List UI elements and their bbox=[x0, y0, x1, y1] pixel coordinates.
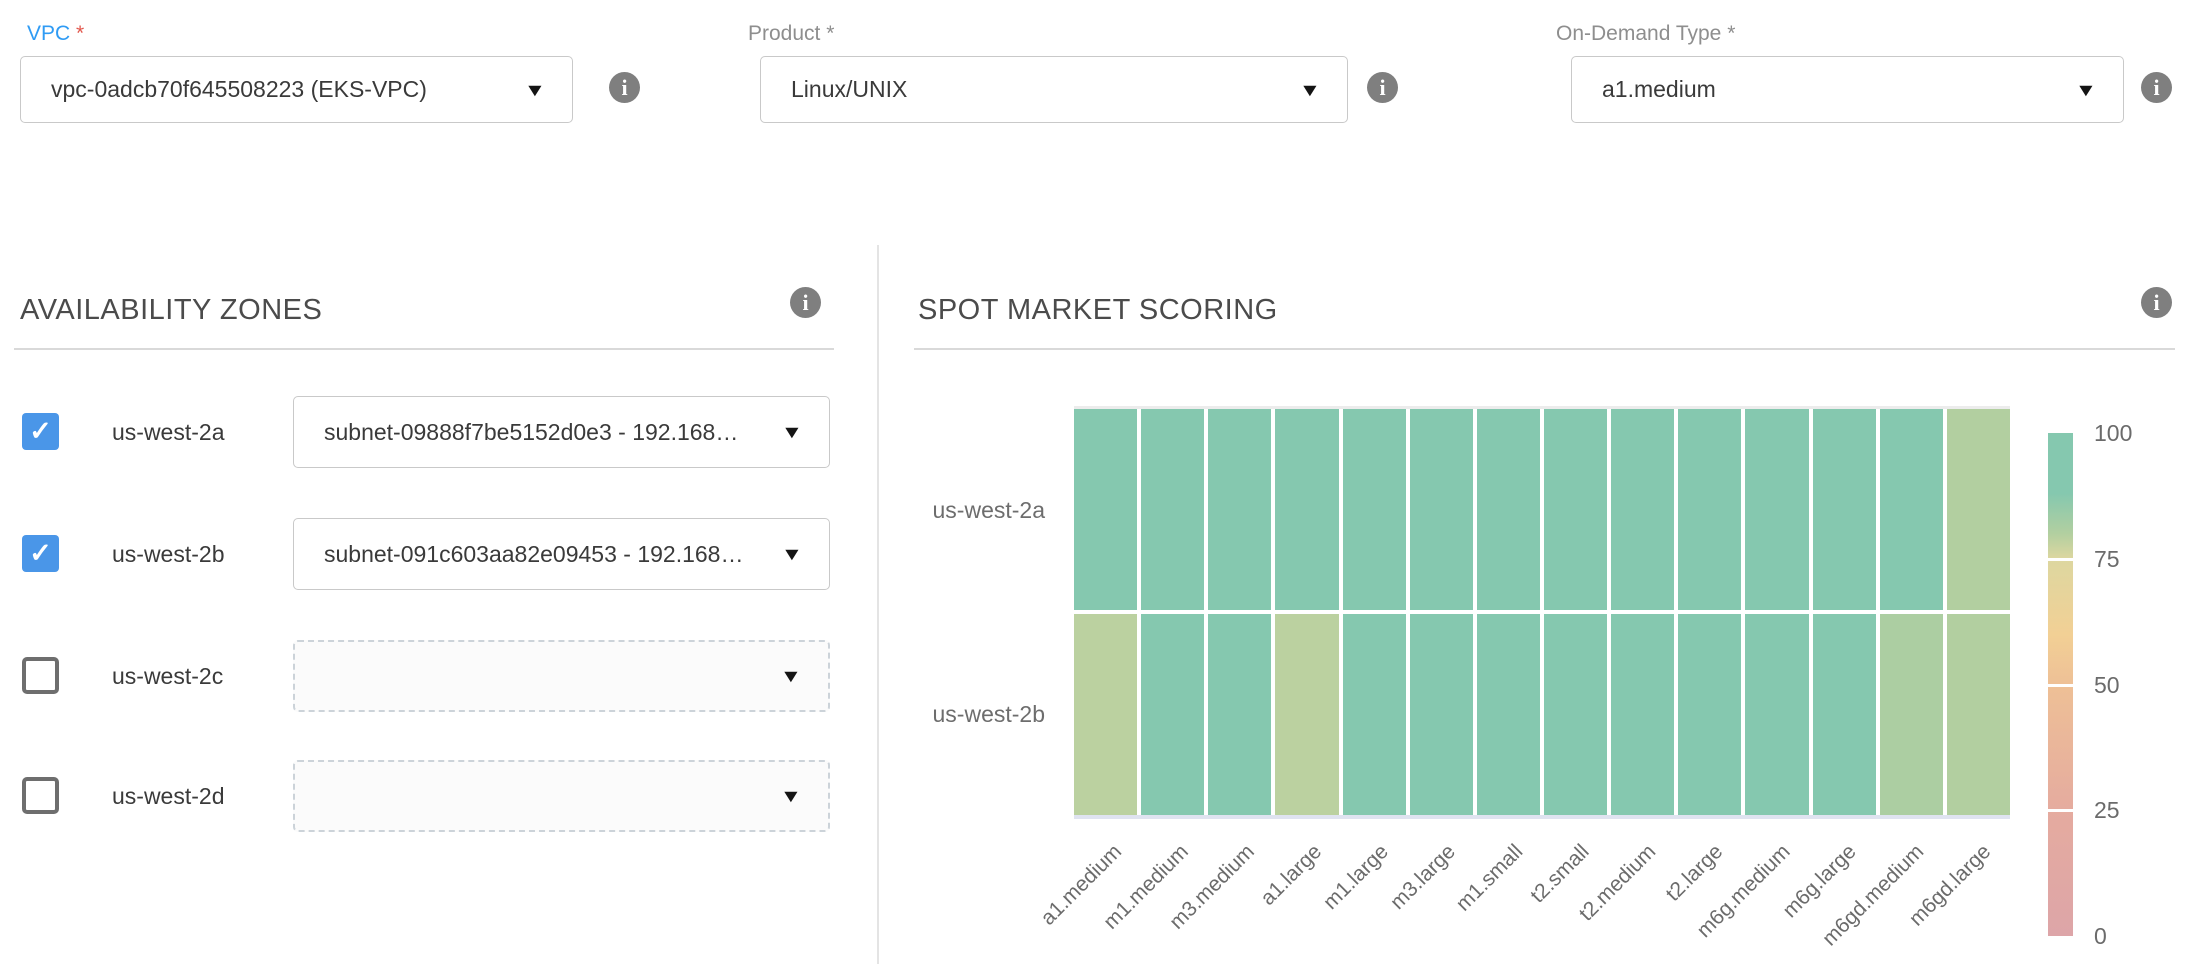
spot-market-scoring-title: SPOT MARKET SCORING bbox=[918, 294, 1278, 327]
heatmap-cell-us-west-2a-a1.medium[interactable] bbox=[1074, 409, 1137, 610]
heatmap-cell-us-west-2a-m6g.large[interactable] bbox=[1813, 409, 1876, 610]
chevron-down-icon: ▼ bbox=[780, 787, 802, 805]
product-label-text: Product bbox=[748, 22, 820, 45]
chevron-down-icon: ▼ bbox=[2075, 81, 2097, 99]
heatmap-x-label: a1.large bbox=[1256, 840, 1327, 911]
subnet-select-value: subnet-091c603aa82e09453 - 192.168… bbox=[324, 541, 743, 568]
heatmap-x-label: t2.large bbox=[1662, 840, 1729, 907]
heatmap-cell-us-west-2a-m3.large[interactable] bbox=[1410, 409, 1473, 610]
chevron-down-icon: ▼ bbox=[1299, 81, 1321, 99]
on-demand-type-select[interactable]: a1.medium ▼ bbox=[1571, 56, 2124, 123]
heatmap-cell-us-west-2b-m6g.large[interactable] bbox=[1813, 614, 1876, 815]
heatmap-cell-us-west-2a-m1.medium[interactable] bbox=[1141, 409, 1204, 610]
heatmap-cell-us-west-2b-m1.large[interactable] bbox=[1343, 614, 1406, 815]
heatmap-x-label: m3.large bbox=[1386, 840, 1461, 915]
az-checkbox-us-west-2a[interactable]: ✓ bbox=[22, 413, 59, 450]
product-select-value: Linux/UNIX bbox=[791, 76, 907, 103]
heatmap-cell-us-west-2b-a1.medium[interactable] bbox=[1074, 614, 1137, 815]
heatmap-cell-us-west-2a-m6g.medium[interactable] bbox=[1745, 409, 1808, 610]
colorbar-tick bbox=[2048, 809, 2073, 812]
heatmap-colorbar bbox=[2048, 433, 2073, 936]
colorbar-tick bbox=[2048, 558, 2073, 561]
heatmap-row-label: us-west-2a bbox=[880, 497, 1045, 524]
vpc-select-value: vpc-0adcb70f645508223 (EKS-VPC) bbox=[51, 76, 427, 103]
subnet-select-us-west-2c[interactable]: ▼ bbox=[293, 640, 830, 712]
colorbar-tick-label: 100 bbox=[2094, 420, 2132, 447]
heatmap-cell-us-west-2b-m1.medium[interactable] bbox=[1141, 614, 1204, 815]
colorbar-tick bbox=[2048, 684, 2073, 687]
chevron-down-icon: ▼ bbox=[524, 81, 546, 99]
heatmap-cell-us-west-2b-m3.medium[interactable] bbox=[1208, 614, 1271, 815]
heatmap-cell-us-west-2a-a1.large[interactable] bbox=[1275, 409, 1338, 610]
heatmap-column-labels: a1.mediumm1.mediumm3.mediuma1.largem1.la… bbox=[1074, 836, 2010, 964]
product-select[interactable]: Linux/UNIX ▼ bbox=[760, 56, 1348, 123]
az-checkbox-us-west-2b[interactable]: ✓ bbox=[22, 535, 59, 572]
heatmap-cell-us-west-2a-m1.large[interactable] bbox=[1343, 409, 1406, 610]
az-zone-label: us-west-2c bbox=[112, 663, 223, 690]
product-label: Product * bbox=[748, 22, 834, 46]
az-zone-label: us-west-2a bbox=[112, 419, 224, 446]
on-demand-required-asterisk: * bbox=[1727, 22, 1735, 45]
on-demand-type-label-text: On-Demand Type bbox=[1556, 22, 1721, 45]
heatmap-cell-us-west-2a-t2.large[interactable] bbox=[1678, 409, 1741, 610]
heatmap bbox=[1074, 406, 2010, 819]
heatmap-cell-us-west-2b-m3.large[interactable] bbox=[1410, 614, 1473, 815]
subnet-select-value: subnet-09888f7be5152d0e3 - 192.168… bbox=[324, 419, 738, 446]
heatmap-cell-us-west-2a-t2.small[interactable] bbox=[1544, 409, 1607, 610]
heatmap-cell-us-west-2b-t2.small[interactable] bbox=[1544, 614, 1607, 815]
colorbar-tick-label: 25 bbox=[2094, 797, 2120, 824]
colorbar-tick-label: 75 bbox=[2094, 546, 2120, 573]
az-zone-label: us-west-2d bbox=[112, 783, 224, 810]
subnet-select-us-west-2a[interactable]: subnet-09888f7be5152d0e3 - 192.168… ▼ bbox=[293, 396, 830, 468]
availability-zones-title: AVAILABILITY ZONES bbox=[20, 294, 322, 327]
heatmap-cell-us-west-2a-t2.medium[interactable] bbox=[1611, 409, 1674, 610]
colorbar-tick-label: 0 bbox=[2094, 923, 2107, 950]
heatmap-x-label: m1.large bbox=[1319, 840, 1394, 915]
subnet-select-us-west-2b[interactable]: subnet-091c603aa82e09453 - 192.168… ▼ bbox=[293, 518, 830, 590]
heatmap-cell-us-west-2b-a1.large[interactable] bbox=[1275, 614, 1338, 815]
vpc-label-text: VPC bbox=[27, 22, 70, 45]
heatmap-row-label: us-west-2b bbox=[880, 701, 1045, 728]
on-demand-type-select-value: a1.medium bbox=[1602, 76, 1716, 103]
vpc-required-asterisk: * bbox=[76, 22, 84, 45]
az-zone-label: us-west-2b bbox=[112, 541, 224, 568]
heatmap-cell-us-west-2b-m6gd.large[interactable] bbox=[1947, 614, 2010, 815]
product-required-asterisk: * bbox=[826, 22, 834, 45]
vpc-label: VPC * bbox=[27, 22, 84, 46]
subnet-select-us-west-2d[interactable]: ▼ bbox=[293, 760, 830, 832]
vpc-select[interactable]: vpc-0adcb70f645508223 (EKS-VPC) ▼ bbox=[20, 56, 573, 123]
spot-market-scoring-info-icon[interactable]: i bbox=[2141, 287, 2172, 318]
heatmap-cell-us-west-2a-m6gd.medium[interactable] bbox=[1880, 409, 1943, 610]
on-demand-type-info-icon[interactable]: i bbox=[2141, 72, 2172, 103]
heatmap-cell-us-west-2b-m1.small[interactable] bbox=[1477, 614, 1540, 815]
heatmap-cell-us-west-2a-m6gd.large[interactable] bbox=[1947, 409, 2010, 610]
heatmap-cell-us-west-2a-m1.small[interactable] bbox=[1477, 409, 1540, 610]
on-demand-type-label: On-Demand Type * bbox=[1556, 22, 1735, 46]
product-info-icon[interactable]: i bbox=[1367, 72, 1398, 103]
heatmap-cell-us-west-2a-m3.medium[interactable] bbox=[1208, 409, 1271, 610]
page: VPC * vpc-0adcb70f645508223 (EKS-VPC) ▼ … bbox=[0, 0, 2196, 964]
chevron-down-icon: ▼ bbox=[781, 423, 803, 441]
heatmap-cell-us-west-2b-m6g.medium[interactable] bbox=[1745, 614, 1808, 815]
heatmap-cell-us-west-2b-t2.medium[interactable] bbox=[1611, 614, 1674, 815]
az-checkbox-us-west-2c[interactable] bbox=[22, 657, 59, 694]
availability-zones-divider bbox=[14, 348, 834, 350]
vpc-info-icon[interactable]: i bbox=[609, 72, 640, 103]
availability-zones-info-icon[interactable]: i bbox=[790, 287, 821, 318]
chevron-down-icon: ▼ bbox=[780, 667, 802, 685]
heatmap-cell-us-west-2b-t2.large[interactable] bbox=[1678, 614, 1741, 815]
heatmap-cell-us-west-2b-m6gd.medium[interactable] bbox=[1880, 614, 1943, 815]
az-checkbox-us-west-2d[interactable] bbox=[22, 777, 59, 814]
colorbar-tick-label: 50 bbox=[2094, 672, 2120, 699]
chevron-down-icon: ▼ bbox=[781, 545, 803, 563]
spot-market-scoring-divider bbox=[914, 348, 2175, 350]
heatmap-x-label: m1.small bbox=[1451, 840, 1527, 916]
section-divider bbox=[877, 245, 879, 964]
